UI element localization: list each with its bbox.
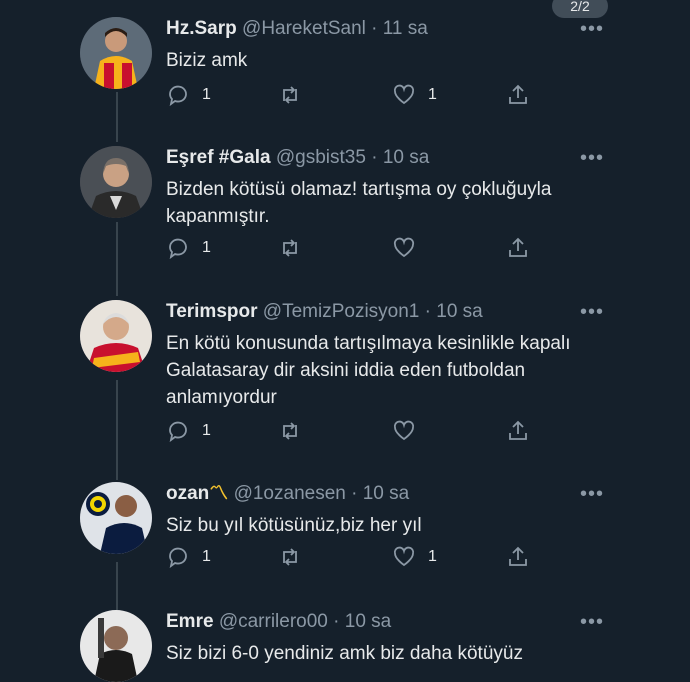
tweet-text: Bizden kötüsü olamaz! tartışma oy çokluğ… (166, 179, 552, 227)
like-count: 1 (428, 86, 437, 103)
retweet-icon (283, 239, 297, 257)
like-button[interactable]: 1 (392, 545, 437, 569)
retweet-icon (283, 548, 297, 566)
avatar[interactable] (80, 610, 152, 682)
tweet-header: Terimspor @TemizPozisyon1 · 10 sa (166, 300, 483, 324)
more-icon[interactable]: ••• (580, 302, 604, 322)
thread-line (116, 562, 118, 610)
separator-dot: · (333, 611, 340, 632)
tweet-actions: 1 1 (166, 83, 546, 109)
share-button[interactable] (506, 545, 530, 569)
separator-dot: · (371, 147, 378, 168)
display-name[interactable]: Eşref #Gala (166, 147, 271, 168)
reply-button[interactable]: 1 (166, 419, 211, 443)
tweet-actions: 1 (166, 419, 546, 445)
thread-line (116, 222, 118, 296)
like-icon (393, 237, 415, 258)
reply-count: 1 (202, 548, 211, 565)
reply-count: 1 (202, 239, 211, 256)
timestamp[interactable]: 10 sa (436, 301, 482, 322)
reply-icon (169, 421, 187, 443)
like-icon (393, 546, 415, 567)
like-icon (393, 420, 415, 441)
display-name[interactable]: Emre (166, 611, 214, 632)
display-name[interactable]: ozan (166, 483, 209, 504)
handle[interactable]: @gsbist35 (276, 147, 366, 168)
tweet-text: En kötü konusunda tartışılmaya kesinlikl… (166, 333, 571, 408)
page-indicator: 2/2 (552, 0, 608, 18)
share-icon (509, 420, 527, 440)
share-icon (509, 237, 527, 257)
retweet-button[interactable] (278, 83, 302, 107)
display-name[interactable]: Hz.Sarp (166, 18, 237, 39)
reply-count: 1 (202, 422, 211, 439)
tweet-header: Eşref #Gala @gsbist35 · 10 sa (166, 146, 429, 170)
share-button[interactable] (506, 83, 530, 107)
timestamp[interactable]: 10 sa (383, 147, 429, 168)
reply-icon (169, 85, 187, 107)
avatar[interactable] (80, 482, 152, 554)
share-button[interactable] (506, 236, 530, 260)
separator-dot: · (424, 301, 431, 322)
separator-dot: · (371, 18, 378, 39)
reply-button[interactable]: 1 (166, 545, 211, 569)
thread-line (116, 380, 118, 480)
reply-icon (169, 238, 187, 260)
timestamp[interactable]: 10 sa (363, 483, 409, 504)
display-name[interactable]: Terimspor (166, 301, 258, 322)
timestamp[interactable]: 10 sa (345, 611, 391, 632)
handle[interactable]: @TemizPozisyon1 (263, 301, 420, 322)
retweet-icon (283, 422, 297, 440)
tweet-header: Emre @carrilero00 · 10 sa (166, 610, 391, 634)
tweet-text: Siz bu yıl kötüsünüz,biz her yıl (166, 515, 422, 536)
avatar[interactable] (80, 300, 152, 372)
more-icon[interactable]: ••• (580, 612, 604, 632)
more-icon[interactable]: ••• (580, 19, 604, 39)
like-count: 1 (428, 548, 437, 565)
more-icon[interactable]: ••• (580, 148, 604, 168)
tweet-actions: 1 (166, 236, 546, 262)
tweet-header: ozan〽 @1ozanesen · 10 sa (166, 482, 409, 506)
thread-line (116, 92, 118, 142)
like-icon (393, 84, 415, 105)
share-button[interactable] (506, 419, 530, 443)
share-icon (509, 84, 527, 104)
badge-icon: 〽 (209, 483, 229, 504)
avatar[interactable] (80, 17, 152, 89)
retweet-button[interactable] (278, 545, 302, 569)
share-icon (509, 546, 527, 566)
reply-count: 1 (202, 86, 211, 103)
handle[interactable]: @1ozanesen (234, 483, 346, 504)
tweet-header: Hz.Sarp @HareketSanl · 11 sa (166, 17, 428, 41)
reply-button[interactable]: 1 (166, 83, 211, 107)
like-button[interactable]: 1 (392, 83, 437, 107)
tweet-text: Siz bizi 6-0 yendiniz amk biz daha kötüy… (166, 643, 523, 664)
tweet-text: Biziz amk (166, 50, 248, 71)
like-button[interactable] (392, 236, 416, 260)
handle[interactable]: @HareketSanl (242, 18, 366, 39)
retweet-icon (283, 86, 297, 104)
timestamp[interactable]: 11 sa (383, 18, 428, 39)
retweet-button[interactable] (278, 236, 302, 260)
tweet-actions: 1 1 (166, 545, 546, 571)
separator-dot: · (351, 483, 358, 504)
reply-button[interactable]: 1 (166, 236, 211, 260)
retweet-button[interactable] (278, 419, 302, 443)
like-button[interactable] (392, 419, 416, 443)
avatar[interactable] (80, 146, 152, 218)
more-icon[interactable]: ••• (580, 484, 604, 504)
reply-icon (169, 547, 187, 569)
handle[interactable]: @carrilero00 (219, 611, 328, 632)
